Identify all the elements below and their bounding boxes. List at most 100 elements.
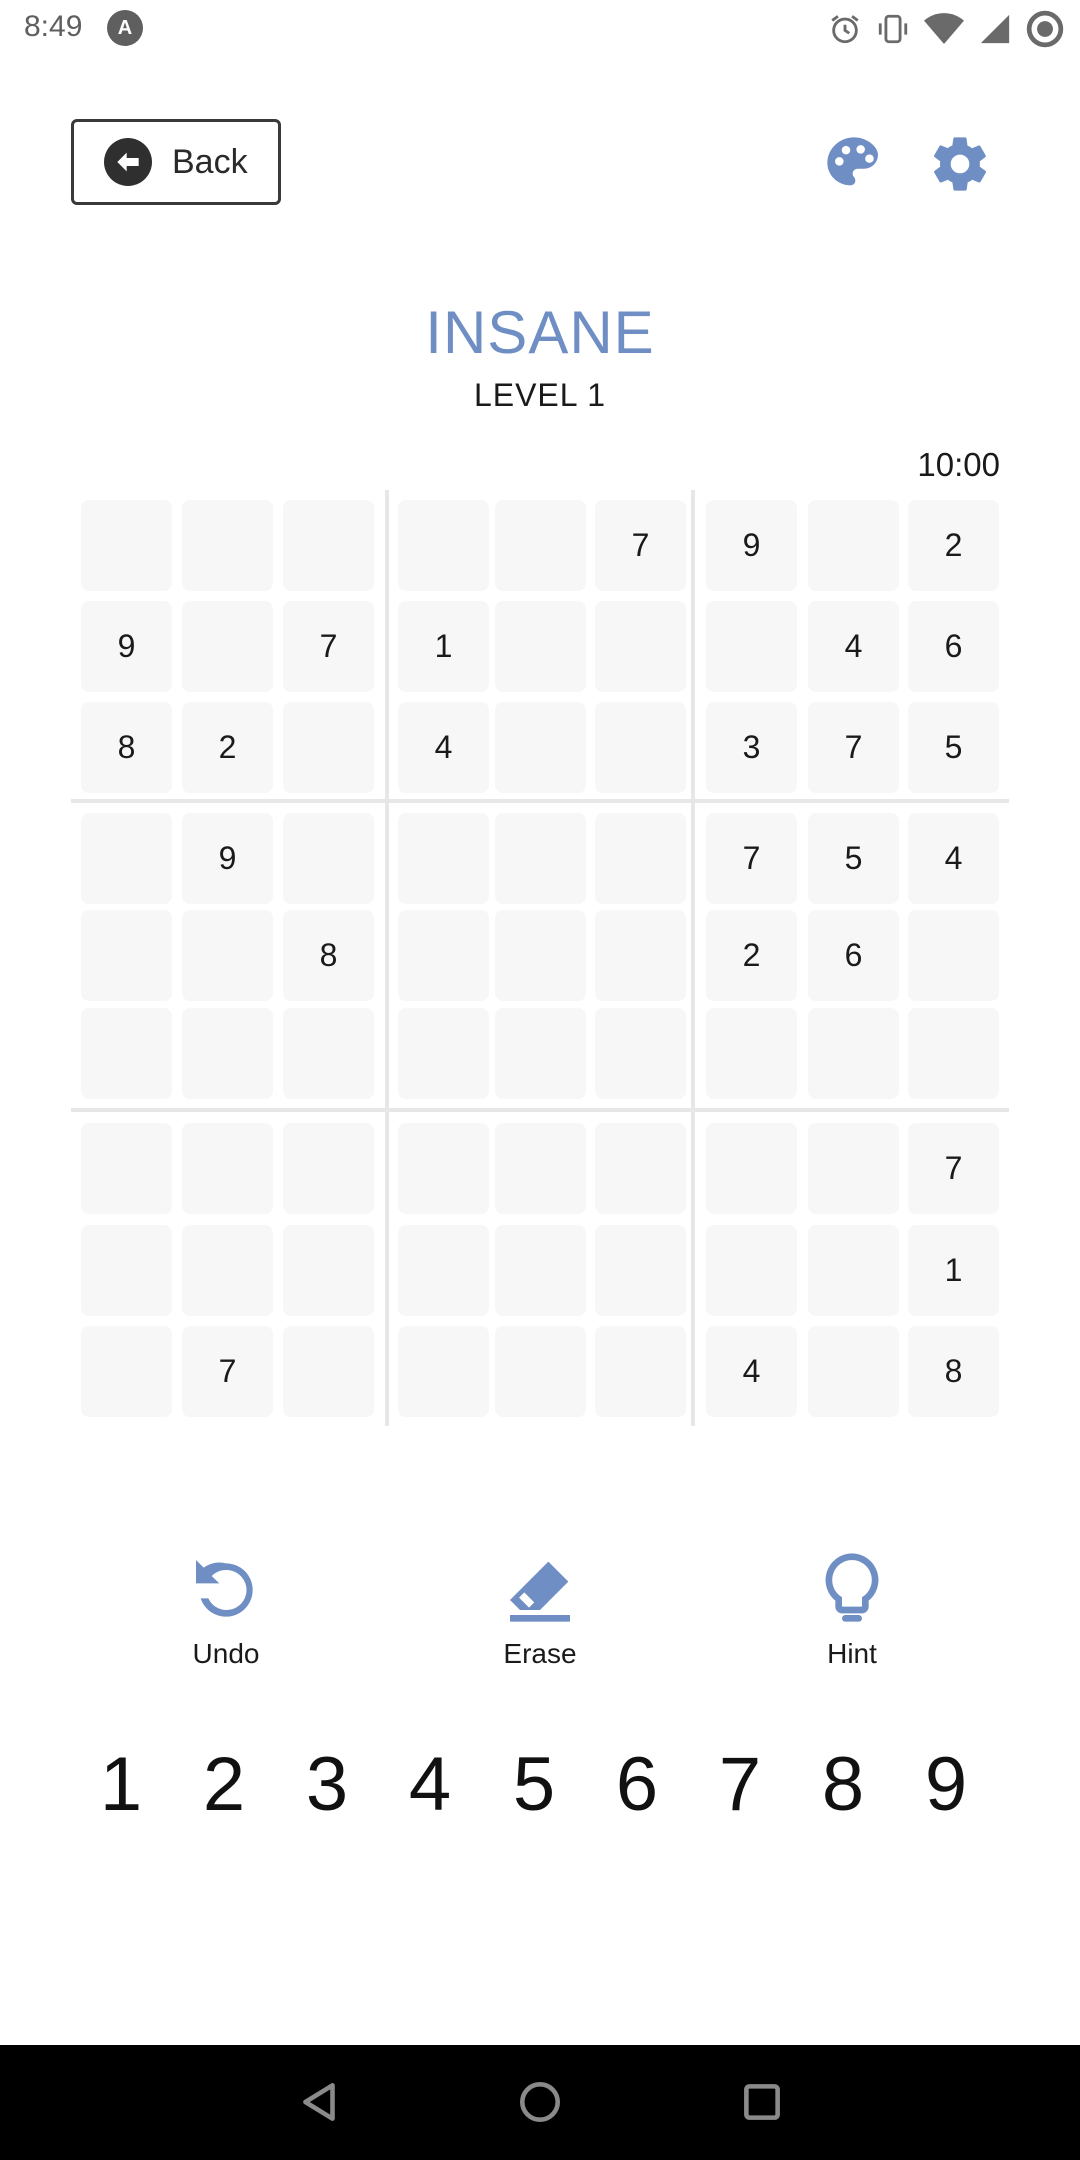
board-cell[interactable] (495, 1225, 586, 1316)
board-cell[interactable] (283, 1123, 374, 1214)
board-cell[interactable] (81, 813, 172, 904)
board-cell[interactable]: 2 (706, 910, 797, 1001)
board-cell[interactable]: 4 (398, 702, 489, 793)
number-key[interactable]: 8 (798, 1735, 888, 1835)
board-cell[interactable] (81, 1225, 172, 1316)
board-cell[interactable] (81, 1326, 172, 1417)
board-cell[interactable]: 7 (182, 1326, 273, 1417)
board-cell[interactable] (706, 1123, 797, 1214)
board-cell[interactable] (398, 1225, 489, 1316)
board-cell[interactable] (495, 601, 586, 692)
status-time: 8:49 (24, 10, 83, 43)
board-cell[interactable] (595, 910, 686, 1001)
board-cell[interactable] (81, 910, 172, 1001)
board-cell[interactable] (706, 601, 797, 692)
number-key[interactable]: 3 (282, 1735, 372, 1835)
board-cell[interactable]: 7 (283, 601, 374, 692)
board-cell[interactable] (495, 910, 586, 1001)
board-cell[interactable] (495, 1008, 586, 1099)
board-cell[interactable] (495, 500, 586, 591)
board-cell[interactable] (595, 601, 686, 692)
board-cell[interactable] (182, 1008, 273, 1099)
board-cell[interactable] (182, 601, 273, 692)
board-cell[interactable] (283, 813, 374, 904)
board-cell[interactable] (398, 910, 489, 1001)
board-cell[interactable] (398, 1008, 489, 1099)
board-cell[interactable] (283, 702, 374, 793)
board-cell[interactable] (81, 1008, 172, 1099)
nav-recents-button[interactable] (737, 2077, 787, 2127)
board-cell[interactable]: 2 (908, 500, 999, 591)
board-cell[interactable] (495, 1123, 586, 1214)
board-cell[interactable] (81, 1123, 172, 1214)
board-cell[interactable]: 9 (81, 601, 172, 692)
palette-button[interactable] (822, 132, 886, 196)
board-cell[interactable]: 9 (706, 500, 797, 591)
board-cell[interactable]: 4 (908, 813, 999, 904)
erase-button[interactable]: Erase (460, 1550, 620, 1670)
board-cell[interactable]: 8 (283, 910, 374, 1001)
board-cell[interactable] (283, 1326, 374, 1417)
board-cell[interactable] (398, 500, 489, 591)
nav-back-button[interactable] (295, 2077, 345, 2127)
board-cell[interactable] (595, 1123, 686, 1214)
board-cell[interactable] (595, 702, 686, 793)
board-cell[interactable]: 5 (908, 702, 999, 793)
number-key[interactable]: 1 (76, 1735, 166, 1835)
board-cell[interactable]: 7 (706, 813, 797, 904)
board-cell[interactable]: 1 (908, 1225, 999, 1316)
board-cell[interactable]: 8 (908, 1326, 999, 1417)
undo-button[interactable]: Undo (146, 1550, 306, 1670)
board-cell[interactable]: 6 (908, 601, 999, 692)
board-cell[interactable]: 3 (706, 702, 797, 793)
board-cell[interactable] (283, 1008, 374, 1099)
board-cell[interactable] (808, 1008, 899, 1099)
board-cell[interactable] (182, 1225, 273, 1316)
board-cell[interactable] (398, 1326, 489, 1417)
board-cell[interactable]: 1 (398, 601, 489, 692)
board-cell[interactable] (398, 1123, 489, 1214)
board-cell[interactable] (182, 910, 273, 1001)
board-cell[interactable]: 4 (808, 601, 899, 692)
board-cell[interactable] (595, 1225, 686, 1316)
number-key[interactable]: 2 (179, 1735, 269, 1835)
board-cell[interactable]: 4 (706, 1326, 797, 1417)
board-cell[interactable]: 7 (595, 500, 686, 591)
board-cell[interactable] (808, 1225, 899, 1316)
number-key[interactable]: 7 (695, 1735, 785, 1835)
board-cell[interactable] (808, 1123, 899, 1214)
board-cell[interactable] (283, 1225, 374, 1316)
number-key[interactable]: 9 (901, 1735, 991, 1835)
board-cell[interactable] (908, 1008, 999, 1099)
board-cell[interactable]: 7 (908, 1123, 999, 1214)
board-cell[interactable] (283, 500, 374, 591)
board-cell[interactable] (808, 1326, 899, 1417)
board-cell[interactable] (182, 500, 273, 591)
board-cell[interactable]: 7 (808, 702, 899, 793)
board-cell[interactable] (706, 1008, 797, 1099)
board-cell[interactable]: 5 (808, 813, 899, 904)
board-cell[interactable]: 9 (182, 813, 273, 904)
board-cell[interactable] (706, 1225, 797, 1316)
board-cell[interactable]: 2 (182, 702, 273, 793)
board-cell[interactable] (595, 813, 686, 904)
board-cell[interactable]: 8 (81, 702, 172, 793)
board-cell[interactable] (182, 1123, 273, 1214)
board-cell[interactable] (595, 1326, 686, 1417)
board-cell[interactable] (595, 1008, 686, 1099)
number-key[interactable]: 6 (592, 1735, 682, 1835)
board-cell[interactable] (495, 813, 586, 904)
number-key[interactable]: 4 (385, 1735, 475, 1835)
board-cell[interactable] (81, 500, 172, 591)
nav-home-button[interactable] (515, 2077, 565, 2127)
hint-button[interactable]: Hint (772, 1550, 932, 1670)
back-button[interactable]: Back (71, 119, 281, 205)
board-cell[interactable] (808, 500, 899, 591)
board-cell[interactable] (495, 702, 586, 793)
settings-button[interactable] (928, 132, 992, 196)
board-cell[interactable]: 6 (808, 910, 899, 1001)
board-cell[interactable] (908, 910, 999, 1001)
number-key[interactable]: 5 (489, 1735, 579, 1835)
board-cell[interactable] (398, 813, 489, 904)
board-cell[interactable] (495, 1326, 586, 1417)
